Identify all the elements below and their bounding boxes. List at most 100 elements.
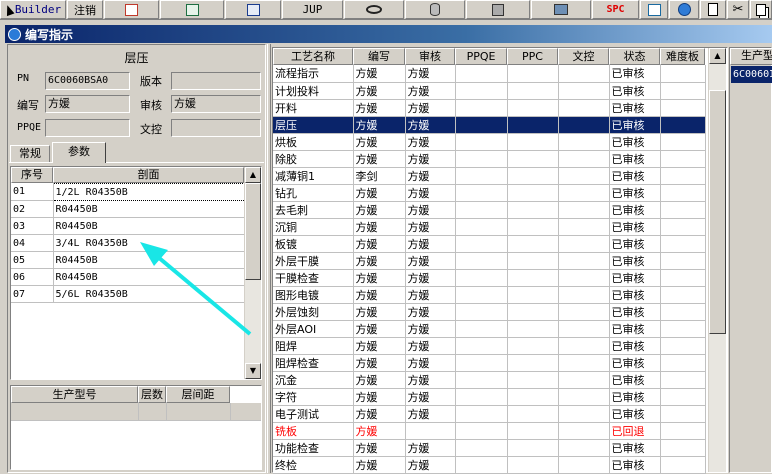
process-cell[interactable] (455, 65, 508, 83)
process-cell[interactable] (507, 422, 559, 440)
table-row[interactable]: 沉铜 方媛 方媛 已审核 (273, 218, 706, 236)
process-cell[interactable] (558, 439, 610, 457)
process-cell[interactable]: 已审核 (609, 201, 661, 219)
process-cell[interactable] (660, 133, 706, 151)
process-cell[interactable] (455, 269, 508, 287)
process-cell[interactable] (507, 184, 559, 202)
process-cell[interactable] (507, 337, 559, 355)
computer-button[interactable] (531, 0, 591, 19)
process-cell[interactable]: 沉金 (273, 371, 354, 389)
process-cell[interactable] (660, 82, 706, 100)
process-cell[interactable]: 方媛 (405, 150, 456, 168)
process-cell[interactable]: 方媛 (405, 65, 456, 83)
process-cell[interactable] (507, 167, 559, 185)
process-cell[interactable]: 方媛 (353, 371, 406, 389)
table-row[interactable]: 外层AOI 方媛 方媛 已审核 (273, 320, 706, 338)
process-cell[interactable] (660, 371, 706, 389)
process-cell[interactable] (660, 150, 706, 168)
process-cell[interactable]: 方媛 (405, 167, 456, 185)
process-cell[interactable] (558, 337, 610, 355)
process-cell[interactable]: 方媛 (405, 371, 456, 389)
table-row[interactable]: 外层干膜 方媛 方媛 已审核 (273, 252, 706, 270)
process-cell[interactable] (507, 99, 559, 117)
process-cell[interactable] (558, 184, 610, 202)
process-cell[interactable]: 方媛 (353, 439, 406, 457)
table-row[interactable]: 铣板 方媛 已回退 (273, 422, 706, 440)
process-cell[interactable]: 已审核 (609, 235, 661, 253)
process-cell[interactable] (455, 388, 508, 406)
process-cell[interactable]: 已审核 (609, 184, 661, 202)
process-cell[interactable] (660, 252, 706, 270)
process-cell[interactable]: 方媛 (353, 133, 406, 151)
process-cell[interactable] (507, 218, 559, 236)
process-header-7[interactable]: 难度板 (660, 48, 705, 65)
process-cell[interactable]: 方媛 (405, 133, 456, 151)
process-cell[interactable]: 已审核 (609, 439, 661, 457)
process-cell[interactable] (660, 65, 706, 83)
process-cell[interactable] (558, 286, 610, 304)
process-cell[interactable]: 阻焊 (273, 337, 354, 355)
process-cell[interactable]: 已审核 (609, 405, 661, 423)
process-cell[interactable]: 已回退 (609, 422, 661, 440)
process-cell[interactable] (507, 252, 559, 270)
table-row[interactable]: 电子测试 方媛 方媛 已审核 (273, 405, 706, 423)
process-cell[interactable]: 外层蚀刻 (273, 303, 354, 321)
process-cell[interactable]: 功能检查 (273, 439, 354, 457)
table-row[interactable]: 阻焊 方媛 方媛 已审核 (273, 337, 706, 355)
process-cell[interactable]: 终检 (273, 456, 354, 474)
process-cell[interactable]: 方媛 (353, 235, 406, 253)
process-cell[interactable]: 已审核 (609, 354, 661, 372)
process-cell[interactable] (558, 116, 610, 134)
process-cell[interactable] (507, 201, 559, 219)
process-cell[interactable]: 方媛 (353, 320, 406, 338)
process-cell[interactable] (455, 405, 508, 423)
process-cell[interactable] (558, 252, 610, 270)
table-row[interactable]: 终检 方媛 方媛 已审核 (273, 456, 706, 474)
process-cell[interactable] (660, 388, 706, 406)
process-cell[interactable]: 方媛 (353, 116, 406, 134)
tab-general[interactable]: 常规 (10, 145, 50, 162)
process-cell[interactable]: 已审核 (609, 286, 661, 304)
process-cell[interactable]: 外层AOI (273, 320, 354, 338)
process-cell[interactable]: 已审核 (609, 150, 661, 168)
process-cell[interactable]: 方媛 (405, 218, 456, 236)
process-cell[interactable]: 干膜检查 (273, 269, 354, 287)
table-row[interactable]: 减薄铜1 李剑 方媛 已审核 (273, 167, 706, 185)
process-cell[interactable] (660, 422, 706, 440)
process-cell[interactable] (660, 184, 706, 202)
process-cell[interactable] (455, 439, 508, 457)
process-cell[interactable] (507, 320, 559, 338)
process-cell[interactable] (507, 303, 559, 321)
process-cell[interactable] (507, 269, 559, 287)
process-cell[interactable] (558, 99, 610, 117)
process-cell[interactable] (558, 167, 610, 185)
table-row[interactable]: 钻孔 方媛 方媛 已审核 (273, 184, 706, 202)
process-cell[interactable] (455, 371, 508, 389)
process-header-1[interactable]: 编写 (353, 48, 405, 65)
process-cell[interactable] (558, 303, 610, 321)
process-cell[interactable]: 除胶 (273, 150, 354, 168)
process-cell[interactable] (660, 405, 706, 423)
doc-control-field[interactable] (171, 119, 261, 137)
process-cell[interactable] (558, 388, 610, 406)
process-cell[interactable]: 已审核 (609, 388, 661, 406)
process-cell[interactable]: 已审核 (609, 133, 661, 151)
process-header-5[interactable]: 文控 (558, 48, 609, 65)
process-cell[interactable]: 计划投料 (273, 82, 354, 100)
report-button[interactable] (104, 0, 159, 19)
process-cell[interactable]: 方媛 (353, 99, 406, 117)
process-scroll-up-icon[interactable]: ▲ (709, 48, 726, 64)
tab-parameters[interactable]: 参数 (52, 142, 106, 163)
process-cell[interactable]: 方媛 (405, 235, 456, 253)
table-row[interactable]: 流程指示 方媛 方媛 已审核 (273, 65, 706, 83)
process-cell[interactable]: 已审核 (609, 320, 661, 338)
process-cell[interactable] (558, 65, 610, 83)
process-cell[interactable]: 已审核 (609, 65, 661, 83)
process-cell[interactable]: 已审核 (609, 167, 661, 185)
process-cell[interactable]: 沉铜 (273, 218, 354, 236)
process-cell[interactable]: 方媛 (405, 405, 456, 423)
view-button[interactable] (344, 0, 404, 19)
database-button[interactable] (405, 0, 465, 19)
writer-field[interactable]: 方媛 (45, 95, 130, 113)
process-cell[interactable]: 方媛 (405, 456, 456, 474)
